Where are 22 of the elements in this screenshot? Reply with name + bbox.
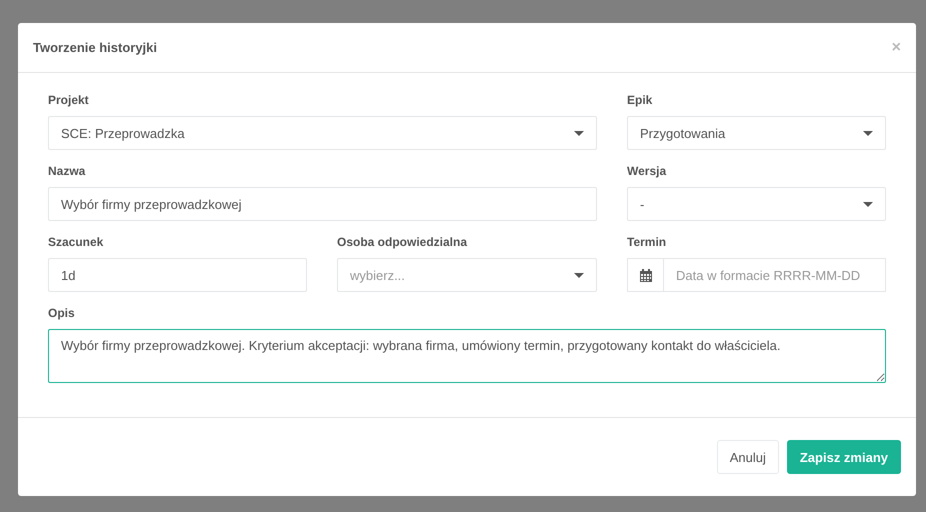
input-field[interactable]: Wybór firmy przeprowadzkowej (48, 187, 597, 221)
field-label: Szacunek (48, 235, 104, 250)
field-label: Opis (48, 306, 76, 321)
field-label: Wersja (627, 164, 668, 179)
input-field[interactable]: Wybór firmy przeprowadzkowej. Kryterium akceptacji: wybrana firma, umówiony termin, przygotowany kontakt do właściciela. (48, 329, 886, 383)
field-label: Nazwa (48, 164, 86, 179)
caret-icon (863, 130, 873, 136)
field-label: Termin (627, 235, 668, 250)
caret-icon (863, 202, 873, 206)
field-label: Epik (627, 93, 654, 108)
caret-icon (574, 130, 584, 136)
dialog-title: Tworzenie historyjki (33, 40, 158, 55)
select-field[interactable]: - (627, 187, 886, 221)
field-label: Osoba odpowiedzialna (337, 235, 468, 250)
caret-icon (574, 272, 584, 278)
select-field[interactable]: SCE: Przeprowadzka (48, 116, 597, 150)
select-field[interactable]: Przygotowania (627, 116, 886, 150)
date-field[interactable]: Data w formacie RRRR-MM-DD (664, 258, 886, 292)
field-label: Projekt (48, 93, 90, 108)
cancel-button[interactable]: Anuluj (716, 440, 779, 474)
calendar-icon (640, 268, 652, 282)
input-field[interactable]: 1d (48, 258, 307, 292)
